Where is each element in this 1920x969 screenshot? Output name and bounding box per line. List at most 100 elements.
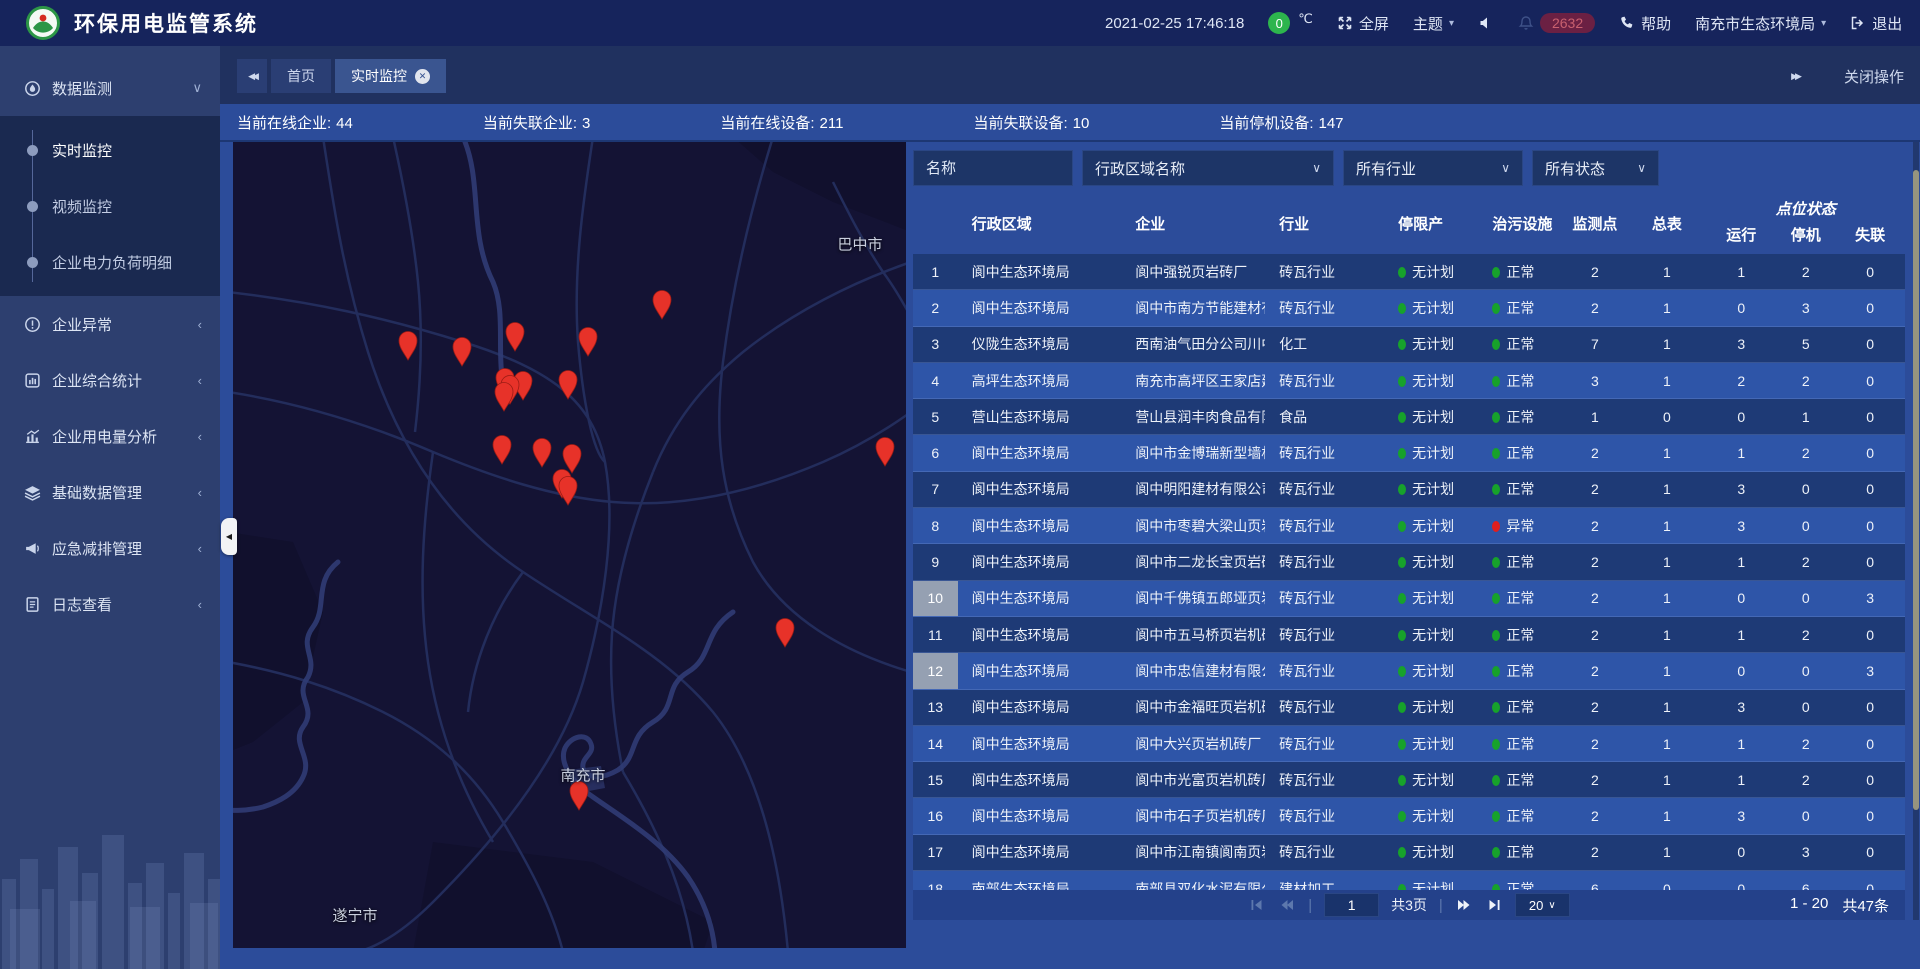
map-city-label: 巴中市 — [837, 234, 882, 255]
cell-industry: 砖瓦行业 — [1265, 371, 1384, 391]
cell-stopped: 3 — [1776, 844, 1836, 860]
mute-speaker-button[interactable] — [1478, 15, 1494, 31]
theme-dropdown[interactable]: 主题 ▾ — [1413, 13, 1454, 34]
status-select[interactable]: 所有状态 ∨ — [1532, 150, 1659, 186]
temperature-value: 0 — [1268, 12, 1290, 34]
region-select[interactable]: 行政区域名称 ∨ — [1082, 150, 1334, 186]
tab-item[interactable]: 首页 — [271, 59, 331, 93]
table-row[interactable]: 15 阆中生态环境局 阆中市光富页岩机砖厂 砖瓦行业 无计划 正常 2 1 1 … — [913, 762, 1905, 798]
map-pin[interactable] — [492, 380, 516, 412]
close-operations-button[interactable]: 关闭操作 — [1844, 66, 1904, 87]
map-pin[interactable] — [450, 335, 474, 367]
stop-plan-status-dot — [1398, 303, 1406, 314]
last-page-button[interactable] — [1485, 896, 1503, 914]
table-row[interactable]: 16 阆中生态环境局 阆中市石子页岩机砖厂 砖瓦行业 无计划 正常 2 1 3 … — [913, 798, 1905, 834]
sidebar-subitem[interactable]: 视频监控 — [0, 178, 220, 234]
map-pin[interactable] — [650, 288, 674, 320]
table-row[interactable]: 17 阆中生态环境局 阆中市江南镇阆南页岩 砖瓦行业 无计划 正常 2 1 0 … — [913, 835, 1905, 871]
map-pin[interactable] — [490, 433, 514, 465]
scrollbar-thumb[interactable] — [1913, 170, 1919, 810]
table-row[interactable]: 3 仪陇生态环境局 西南油气田分公司川中 化工 无计划 正常 7 1 3 5 0 — [913, 327, 1905, 363]
facility-text: 正常 — [1506, 481, 1534, 497]
first-page-button[interactable] — [1248, 896, 1266, 914]
fullscreen-button[interactable]: 全屏 — [1337, 13, 1389, 34]
cell-run: 0 — [1707, 409, 1776, 425]
cell-points: 7 — [1563, 336, 1627, 352]
prev-page-icon — [1280, 898, 1294, 912]
page-number-input[interactable] — [1324, 893, 1379, 917]
table-row[interactable]: 14 阆中生态环境局 阆中大兴页岩机砖厂 砖瓦行业 无计划 正常 2 1 1 2… — [913, 726, 1905, 762]
next-page-button[interactable] — [1455, 896, 1473, 914]
tab-item[interactable]: 实时监控 — [335, 59, 446, 93]
table-row[interactable]: 11 阆中生态环境局 阆中市五马桥页岩机砖 砖瓦行业 无计划 正常 2 1 1 … — [913, 617, 1905, 653]
sidebar-item[interactable]: 企业用电量分析 ‹ — [0, 408, 220, 464]
notification-button[interactable]: 2632 — [1518, 13, 1595, 33]
map-pin[interactable] — [576, 325, 600, 357]
cell-facility: 正常 — [1478, 407, 1562, 427]
map-pin[interactable] — [556, 368, 580, 400]
table-row[interactable]: 12 阆中生态环境局 阆中市忠信建材有限公 砖瓦行业 无计划 正常 2 1 0 … — [913, 653, 1905, 689]
table-row[interactable]: 8 阆中生态环境局 阆中市枣碧大梁山页岩 砖瓦行业 无计划 异常 2 1 3 0… — [913, 508, 1905, 544]
sidebar-subitem[interactable]: 实时监控 — [0, 122, 220, 178]
prev-page-button[interactable] — [1278, 896, 1296, 914]
gauge-drop-icon — [24, 80, 41, 97]
table-row[interactable]: 7 阆中生态环境局 阆中明阳建材有限公司 砖瓦行业 无计划 正常 2 1 3 0… — [913, 472, 1905, 508]
col-header-stop-plan: 停限产 — [1384, 192, 1478, 254]
sidebar-item[interactable]: 企业异常 ‹ — [0, 296, 220, 352]
table-row[interactable]: 10 阆中生态环境局 阆中千佛镇五郎垭页岩 砖瓦行业 无计划 正常 2 1 0 … — [913, 581, 1905, 617]
table-row[interactable]: 4 高坪生态环境局 南充市高坪区王家店建 砖瓦行业 无计划 正常 3 1 2 2… — [913, 363, 1905, 399]
sidebar-item[interactable]: 企业综合统计 ‹ — [0, 352, 220, 408]
tabs-scroll-right-button[interactable]: ▶▶ — [1780, 59, 1810, 93]
cell-industry: 砖瓦行业 — [1265, 552, 1384, 572]
org-dropdown[interactable]: 南充市生态环境局 ▾ — [1695, 13, 1826, 34]
cell-region: 阆中生态环境局 — [958, 516, 1122, 536]
tabs-scroll-left-button[interactable]: ◀◀ — [237, 59, 267, 93]
table-row[interactable]: 13 阆中生态环境局 阆中市金福旺页岩机砖 砖瓦行业 无计划 正常 2 1 3 … — [913, 690, 1905, 726]
cell-lost: 0 — [1835, 772, 1904, 788]
cell-points: 2 — [1563, 300, 1627, 316]
chevron-down-icon: ∨ — [1501, 161, 1510, 175]
cell-meters: 1 — [1627, 300, 1706, 316]
stop-plan-status-dot — [1398, 484, 1406, 495]
tab-bar: ◀◀ 首页 实时监控 ▶▶ 关闭操作 — [220, 46, 1920, 104]
table-row[interactable]: 2 阆中生态环境局 阆中市南方节能建材有 砖瓦行业 无计划 正常 2 1 0 3… — [913, 290, 1905, 326]
sidebar-subitem[interactable]: 企业电力负荷明细 — [0, 234, 220, 290]
table-row[interactable]: 18 南部生态环境局 南部县双化水泥有限公 建材加工 无计划 正常 6 0 0 … — [913, 871, 1905, 890]
sidebar-item[interactable]: 基础数据管理 ‹ — [0, 464, 220, 520]
map-pin[interactable] — [503, 320, 527, 352]
table-row[interactable]: 6 阆中生态环境局 阆中市金博瑞新型墙材 砖瓦行业 无计划 正常 2 1 1 2… — [913, 435, 1905, 471]
map-pin[interactable] — [530, 436, 554, 468]
map-pin[interactable] — [556, 474, 580, 506]
help-button[interactable]: 帮助 — [1619, 13, 1671, 34]
logout-icon — [1850, 15, 1866, 31]
map-panel[interactable]: 巴中市南充市遂宁市 — [233, 142, 906, 948]
map-pin[interactable] — [396, 329, 420, 361]
sidebar-item[interactable]: 日志查看 ‹ — [0, 576, 220, 632]
map-pin[interactable] — [773, 616, 797, 648]
cell-industry: 化工 — [1265, 334, 1384, 354]
cell-company: 阆中市二龙长宝页岩砖 — [1121, 552, 1265, 572]
map-pin[interactable] — [873, 435, 897, 467]
sidebar-item-icon — [24, 372, 41, 389]
table-row[interactable]: 9 阆中生态环境局 阆中市二龙长宝页岩砖 砖瓦行业 无计划 正常 2 1 1 2… — [913, 544, 1905, 580]
map-collapse-handle[interactable] — [221, 518, 237, 555]
cell-region: 阆中生态环境局 — [958, 625, 1122, 645]
sidebar-item[interactable]: 应急减排管理 ‹ — [0, 520, 220, 576]
row-number: 2 — [913, 290, 958, 325]
sidebar-item[interactable]: 数据监测 ∨ — [0, 60, 220, 116]
table-row[interactable]: 5 营山生态环境局 营山县润丰肉食品有限 食品 无计划 正常 1 0 0 1 0 — [913, 399, 1905, 435]
facility-text: 正常 — [1506, 264, 1534, 280]
facility-status-dot — [1492, 811, 1500, 822]
stop-plan-text: 无计划 — [1412, 481, 1454, 497]
logout-button[interactable]: 退出 — [1850, 13, 1902, 34]
table-row[interactable]: 1 阆中生态环境局 阆中强锐页岩砖厂 砖瓦行业 无计划 正常 2 1 1 2 0 — [913, 254, 1905, 290]
row-number: 6 — [913, 435, 958, 470]
cell-run: 3 — [1707, 336, 1776, 352]
window-scrollbar[interactable] — [1913, 142, 1919, 920]
cell-meters: 1 — [1627, 844, 1706, 860]
page-size-select[interactable]: 20 ∨ — [1515, 893, 1570, 917]
name-search-input[interactable] — [913, 150, 1073, 186]
chevron-down-icon: ∨ — [1548, 900, 1555, 911]
tab-close-icon[interactable] — [415, 69, 430, 84]
industry-select[interactable]: 所有行业 ∨ — [1343, 150, 1523, 186]
